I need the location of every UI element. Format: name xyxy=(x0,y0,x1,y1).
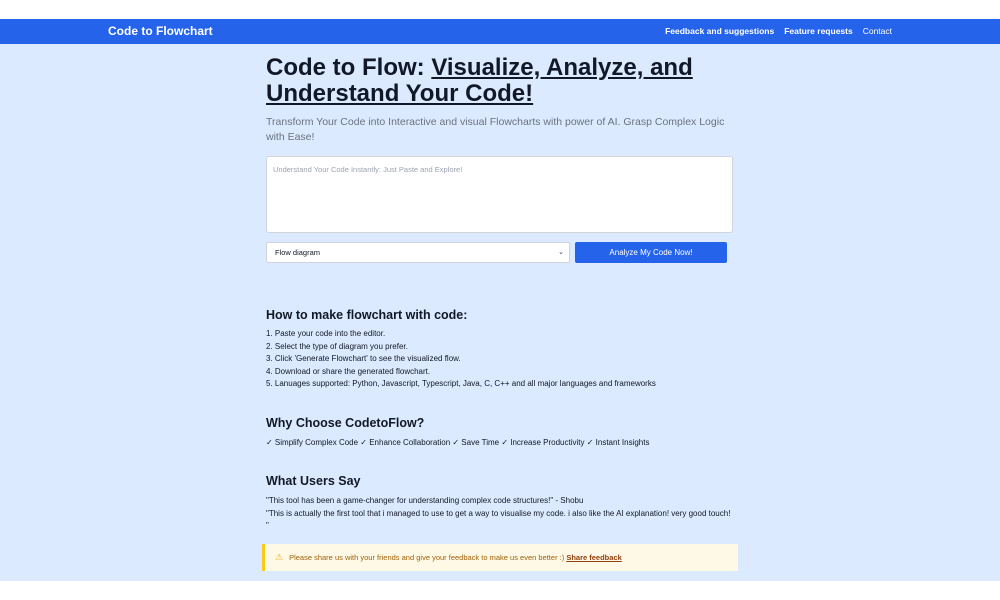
alert-message: Please share us with your friends and gi… xyxy=(289,553,565,562)
page-title: Code to Flow: Visualize, Analyze, and Un… xyxy=(266,55,734,107)
diagram-type-selected: Flow diagram xyxy=(275,248,321,257)
page-subtitle: Transform Your Code into Interactive and… xyxy=(266,116,725,143)
why-heading: Why Choose CodetoFlow? xyxy=(266,416,425,430)
nav-link-feature-requests[interactable]: Feature requests xyxy=(784,26,853,37)
page-title-plain: Code to Flow: xyxy=(266,54,432,81)
list-item: 5. Lanuages supported: Python, Javascrip… xyxy=(266,379,656,388)
list-item: 1. Paste your code into the editor. xyxy=(266,329,386,338)
list-item: 2. Select the type of diagram you prefer… xyxy=(266,341,408,351)
navbar: Code to Flowchart Feedback and suggestio… xyxy=(0,19,1000,44)
bottom-spacer xyxy=(0,581,1000,600)
diagram-type-select[interactable]: Flow diagram ⌄ xyxy=(266,242,570,263)
nav-link-feedback[interactable]: Feedback and suggestions xyxy=(665,26,774,37)
chevron-down-icon: ⌄ xyxy=(558,249,564,256)
how-to-heading: How to make flowchart with code: xyxy=(266,308,468,322)
list-item: 3. Click 'Generate Flowchart' to see the… xyxy=(266,354,461,363)
nav-link-contact[interactable]: Contact xyxy=(863,26,892,37)
benefits-list: ✓ Simplify Complex Code ✓ Enhance Collab… xyxy=(266,438,650,447)
analyze-button[interactable]: Analyze My Code Now! xyxy=(575,242,727,263)
nav-links: Feedback and suggestions Feature request… xyxy=(665,26,892,37)
main-content: Code to Flow: Visualize, Analyze, and Un… xyxy=(0,44,1000,581)
list-item: 4. Download or share the generated flowc… xyxy=(266,366,431,376)
testimonials-list: "This tool has been a game-changer for u… xyxy=(266,495,734,533)
code-editor-input[interactable] xyxy=(266,156,733,233)
testimonial-quote: "This is actually the first tool that i … xyxy=(266,508,731,531)
feedback-alert: ⚠ Please share us with your friends and g… xyxy=(262,544,738,571)
testimonial-quote: "This tool has been a game-changer for u… xyxy=(266,496,584,505)
top-spacer xyxy=(0,0,1000,19)
warning-icon: ⚠ xyxy=(275,552,284,562)
share-feedback-link[interactable]: Share feedback xyxy=(566,553,621,562)
how-to-steps: 1. Paste your code into the editor. 2. S… xyxy=(266,328,734,391)
testimonials-heading: What Users Say xyxy=(266,474,361,488)
brand-logo[interactable]: Code to Flowchart xyxy=(108,24,213,39)
